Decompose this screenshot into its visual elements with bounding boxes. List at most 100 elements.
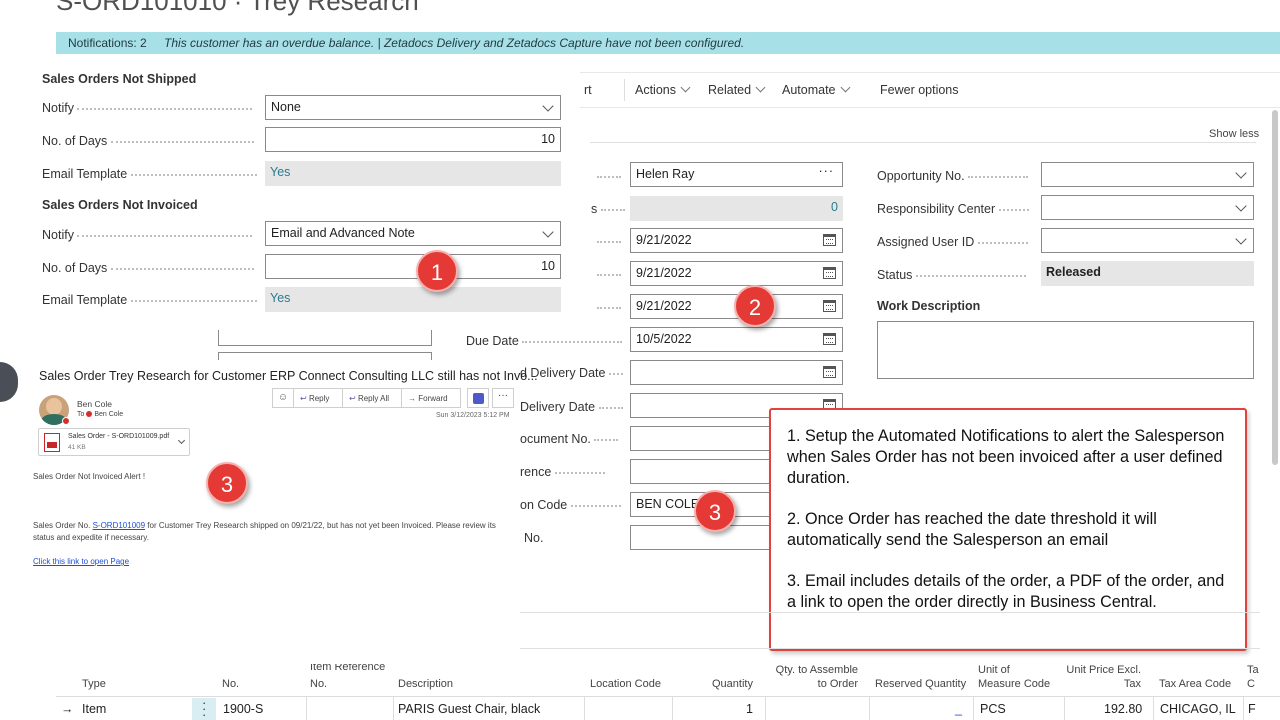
template-label: Email Template xyxy=(42,167,257,181)
order-link[interactable]: S-ORD101009 xyxy=(93,521,145,530)
not-shipped-days-input[interactable]: 10 xyxy=(265,127,561,152)
col-reserved[interactable]: Reserved Quantity xyxy=(875,678,966,691)
emoji-icon[interactable]: ☺ xyxy=(272,388,294,408)
chevron-down-icon xyxy=(1235,167,1247,179)
notification-message: This customer has an overdue balance. | … xyxy=(164,36,745,50)
chevron-down-icon xyxy=(755,82,766,93)
col-location[interactable]: Location Code xyxy=(590,678,661,691)
forward-button[interactable]: → Forward xyxy=(401,388,461,408)
attachment-card[interactable]: Sales Order - S-ORD101009.pdf 41 KB xyxy=(38,428,190,456)
fewer-options-button[interactable]: Fewer options xyxy=(880,83,959,97)
responsibility-field[interactable] xyxy=(1041,195,1254,220)
reply-all-button[interactable]: ↩ Reply All xyxy=(342,388,402,408)
email-subject: Sales Order Trey Research for Customer E… xyxy=(39,369,538,383)
forward-icon: → xyxy=(408,394,416,403)
not-invoiced-days-input[interactable]: 10 xyxy=(265,254,561,279)
not-invoiced-notify-select[interactable]: Email and Advanced Note xyxy=(265,221,561,246)
lines-divider xyxy=(520,648,1260,649)
work-description-field[interactable] xyxy=(877,321,1254,379)
posting-date-field[interactable]: 9/21/2022 xyxy=(630,261,843,286)
row-partial[interactable]: F xyxy=(1248,702,1256,716)
row-tax-area[interactable]: CHICAGO, IL xyxy=(1160,702,1236,716)
collapse-handle[interactable] xyxy=(0,362,18,402)
chevron-down-icon[interactable] xyxy=(177,436,186,445)
cell-divider xyxy=(1153,697,1154,720)
not-invoiced-template-field[interactable]: Yes xyxy=(265,287,561,312)
action-divider xyxy=(624,79,625,101)
actions-menu[interactable]: Actions xyxy=(635,82,691,97)
responsibility-label: Responsibility Center xyxy=(877,202,1029,216)
automate-menu[interactable]: Automate xyxy=(782,82,850,97)
days-label: No. of Days xyxy=(42,261,254,275)
row-uom[interactable]: PCS xyxy=(980,702,1006,716)
contact-field[interactable]: Helen Ray ··· xyxy=(630,162,843,187)
presence-busy-icon xyxy=(86,411,93,418)
partial-label-s: s xyxy=(591,202,625,216)
row-arrow-icon[interactable]: → xyxy=(61,702,74,716)
dotted-leader xyxy=(597,176,621,178)
calendar-icon[interactable] xyxy=(823,366,836,378)
requested-delivery-field[interactable] xyxy=(630,360,843,385)
show-less-link[interactable]: Show less xyxy=(1209,128,1259,140)
related-menu-label: Related xyxy=(708,83,752,97)
col-tax-area[interactable]: Tax Area Code xyxy=(1159,678,1231,691)
row-quantity[interactable]: 1 xyxy=(746,702,753,716)
presence-busy-icon xyxy=(62,417,70,425)
notification-count[interactable]: Notifications: 2 xyxy=(68,36,147,50)
opportunity-field[interactable] xyxy=(1041,162,1254,187)
related-menu[interactable]: Related xyxy=(708,82,766,97)
action-partial[interactable]: rt xyxy=(584,83,592,97)
notify-label: Notify xyxy=(42,101,253,115)
hidden-field-outline xyxy=(218,330,432,346)
row-reserved[interactable]: _ xyxy=(955,702,962,716)
dotted-leader xyxy=(597,307,621,309)
open-page-link[interactable]: Click this link to open Page xyxy=(33,557,129,566)
notification-bar[interactable]: Notifications: 2 This customer has an ov… xyxy=(56,32,1280,54)
row-menu-button[interactable]: · · · xyxy=(192,696,216,720)
col-quantity[interactable]: Quantity xyxy=(712,678,753,691)
callout-step-3: 3. Email includes details of the order, … xyxy=(787,572,1225,611)
more-actions-icon[interactable]: ··· xyxy=(492,388,514,408)
cell-divider xyxy=(973,697,974,720)
not-shipped-template-field[interactable]: Yes xyxy=(265,161,561,186)
teams-icon xyxy=(473,393,484,404)
col-type[interactable]: Type xyxy=(82,678,106,691)
col-item-reference-no[interactable]: No. xyxy=(310,678,327,691)
row-no[interactable]: 1900-S xyxy=(223,702,263,716)
teams-button[interactable] xyxy=(467,388,489,408)
status-field: Released xyxy=(1041,261,1254,286)
calendar-icon[interactable] xyxy=(823,234,836,246)
row-unit-price[interactable]: 192.80 xyxy=(1104,702,1142,716)
col-unit-price[interactable]: Unit Price Excl. Tax xyxy=(1060,664,1141,691)
chevron-down-icon xyxy=(840,82,850,93)
reply-icon: ↩ xyxy=(300,394,307,403)
calendar-icon[interactable] xyxy=(823,300,836,312)
chevron-down-icon xyxy=(680,82,691,93)
document-date-field[interactable]: 9/21/2022 xyxy=(630,228,843,253)
row-type[interactable]: Item xyxy=(82,702,106,716)
assigned-user-field[interactable] xyxy=(1041,228,1254,253)
col-no[interactable]: No. xyxy=(222,678,239,691)
more-icon[interactable]: ··· xyxy=(819,164,835,178)
step-marker-2: 2 xyxy=(734,285,776,327)
reply-button[interactable]: ↩ Reply xyxy=(293,388,343,408)
not-shipped-notify-select[interactable]: None xyxy=(265,95,561,120)
attachment-size: 41 KB xyxy=(68,444,86,451)
cell-divider xyxy=(584,697,585,720)
explanation-callout: 1. Setup the Automated Notifications to … xyxy=(769,408,1247,651)
col-uom[interactable]: Unit of Measure Code xyxy=(978,664,1050,691)
col-partial[interactable]: Ta C xyxy=(1247,664,1259,691)
row-description[interactable]: PARIS Guest Chair, black xyxy=(398,702,540,716)
col-qty-assemble[interactable]: Qty. to Assemble to Order xyxy=(772,664,858,691)
col-item-reference[interactable]: Item Reference xyxy=(310,664,385,676)
cell-divider xyxy=(1064,697,1065,720)
due-date-field[interactable]: 10/5/2022 xyxy=(630,327,843,352)
cell-divider xyxy=(765,697,766,720)
scrollbar-thumb[interactable] xyxy=(1272,110,1278,465)
cell-divider xyxy=(869,697,870,720)
col-description[interactable]: Description xyxy=(398,678,453,691)
chevron-down-icon xyxy=(1235,233,1247,245)
calendar-icon[interactable] xyxy=(823,267,836,279)
template-label: Email Template xyxy=(42,293,257,307)
calendar-icon[interactable] xyxy=(823,333,836,345)
